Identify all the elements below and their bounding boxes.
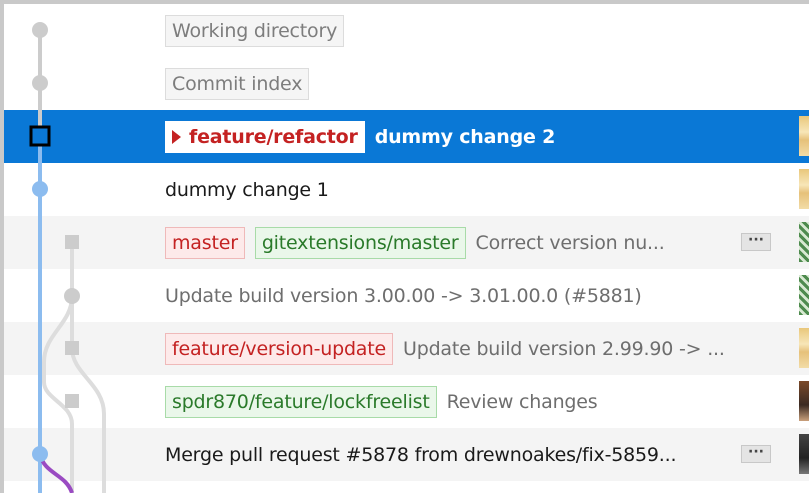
revision-row[interactable]: Merge pull request #5878 from drewnoakes… bbox=[4, 428, 809, 481]
branch-label-remote: spdr870/feature/lockfreelist bbox=[165, 385, 437, 418]
commit-message: Update build version 3.00.00 -> 3.01.00.… bbox=[165, 284, 642, 307]
revision-row-selected[interactable]: feature/refactor dummy change 2 bbox=[4, 110, 809, 163]
revision-row[interactable]: Update build version 3.00.00 -> 3.01.00.… bbox=[4, 269, 809, 322]
branch-label-local: feature/version-update bbox=[165, 332, 393, 365]
author-avatar bbox=[799, 116, 809, 156]
revision-row[interactable]: dummy change 1 bbox=[4, 163, 809, 216]
revision-row[interactable]: spdr870/feature/lockfreelist Review chan… bbox=[4, 375, 809, 428]
author-avatar bbox=[799, 222, 809, 262]
author-avatar bbox=[799, 169, 809, 209]
label-commit-index: Commit index bbox=[165, 67, 310, 100]
revision-row[interactable]: master gitextensions/master Correct vers… bbox=[4, 216, 809, 269]
head-branch-label: feature/refactor bbox=[165, 120, 365, 153]
revision-row-working-directory[interactable]: Working directory bbox=[4, 4, 809, 57]
branch-label-local: master bbox=[165, 226, 245, 259]
commit-message: Correct version nu... bbox=[475, 231, 665, 254]
author-avatar bbox=[799, 328, 809, 368]
commit-message: Update build version 2.99.90 -> ... bbox=[403, 337, 725, 360]
commit-message: Merge pull request #5878 from drewnoakes… bbox=[165, 443, 677, 466]
head-branch-name: feature/refactor bbox=[189, 125, 358, 148]
commit-message: dummy change 1 bbox=[165, 178, 329, 201]
author-avatar bbox=[799, 381, 809, 421]
author-avatar bbox=[799, 434, 809, 474]
ellipsis-icon[interactable]: ··· bbox=[741, 445, 771, 463]
label-working-directory: Working directory bbox=[165, 14, 345, 47]
commit-message: dummy change 2 bbox=[374, 125, 556, 148]
triangle-right-icon bbox=[172, 129, 181, 144]
branch-label-remote: gitextensions/master bbox=[254, 226, 466, 259]
revision-row[interactable]: feature/version-update Update build vers… bbox=[4, 322, 809, 375]
author-avatar bbox=[799, 275, 809, 315]
ellipsis-icon[interactable]: ··· bbox=[741, 233, 771, 251]
revision-grid[interactable]: Working directory Commit index feature/r… bbox=[4, 4, 809, 493]
commit-message: Review changes bbox=[446, 390, 598, 413]
revision-row-commit-index[interactable]: Commit index bbox=[4, 57, 809, 110]
